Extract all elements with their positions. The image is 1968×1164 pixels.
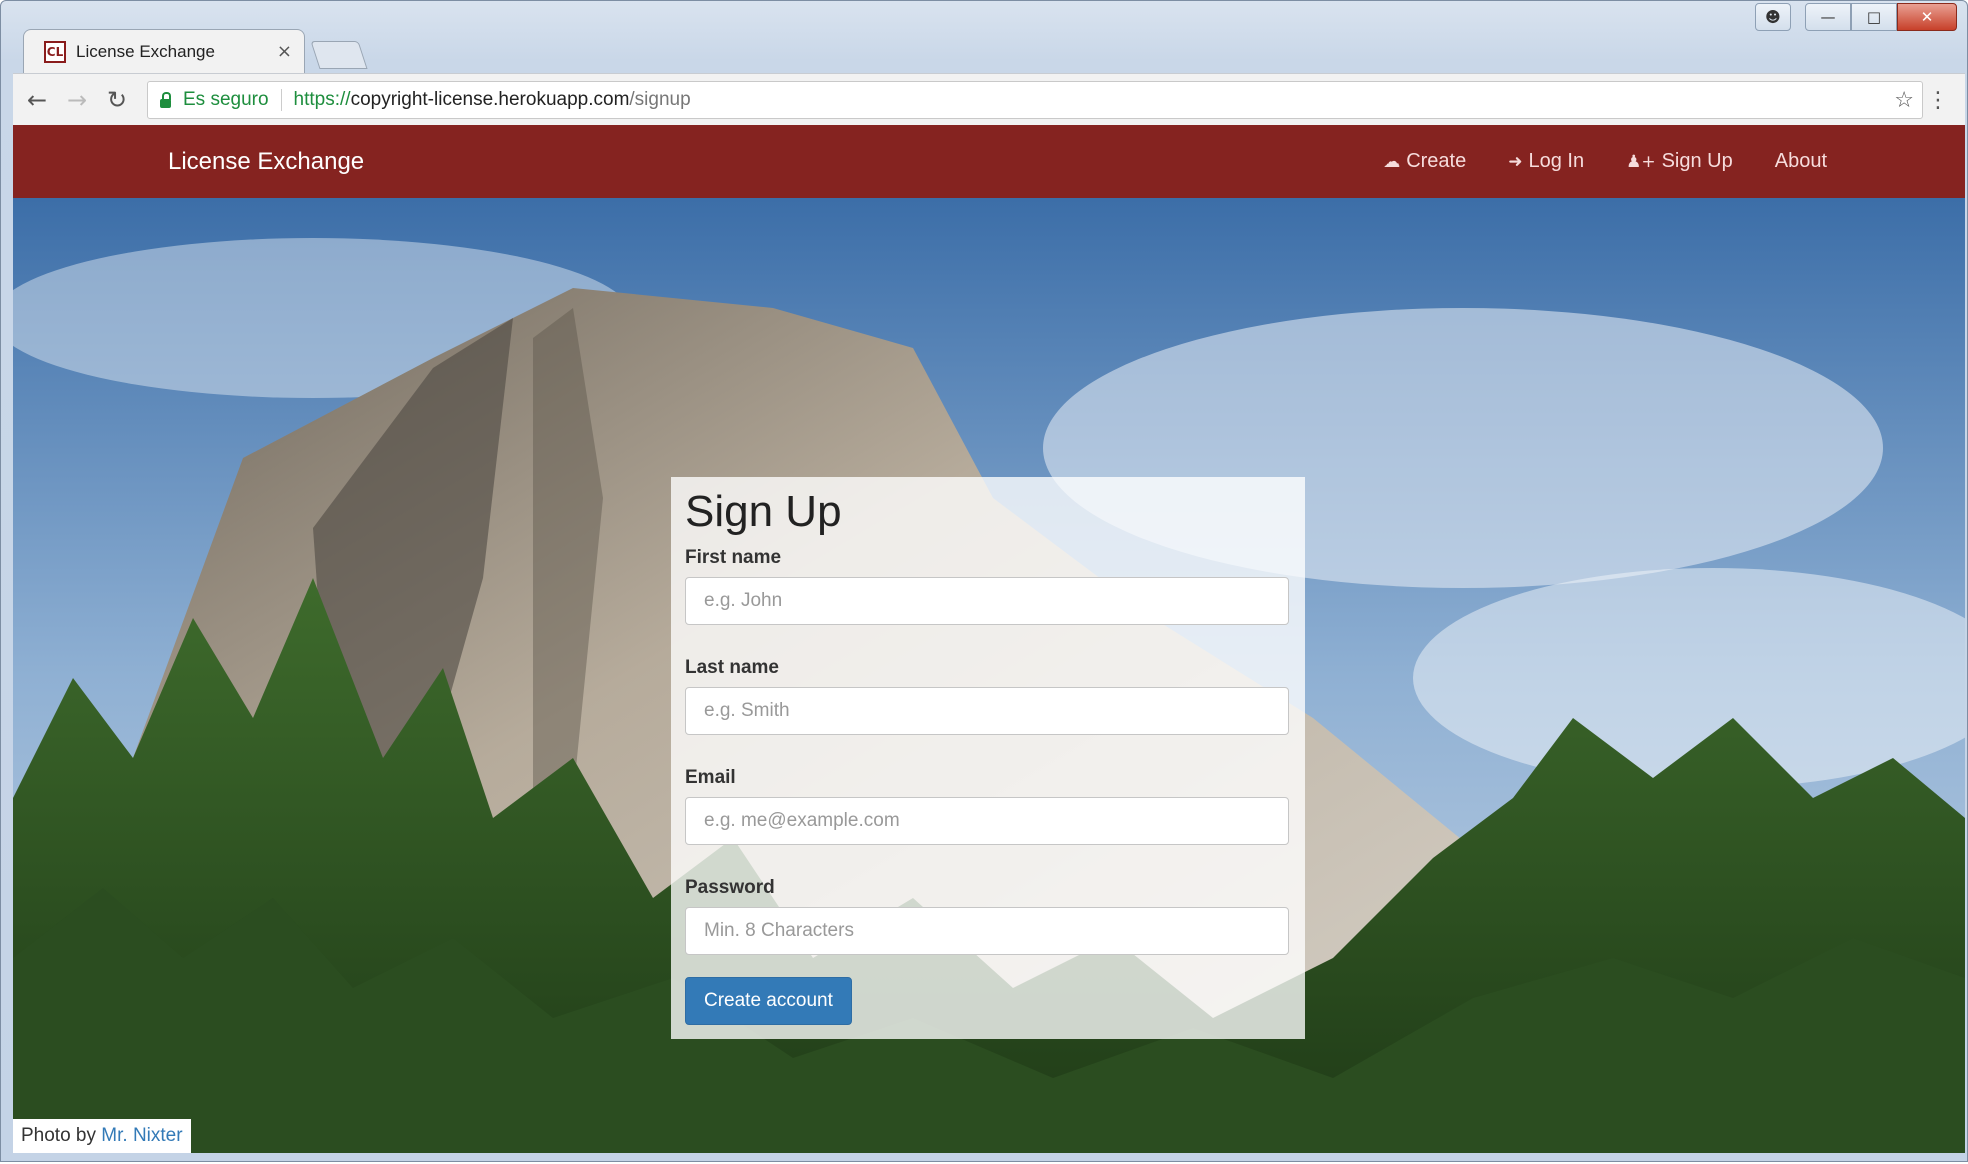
- new-tab-button[interactable]: [310, 41, 368, 69]
- star-icon[interactable]: ☆: [1894, 88, 1914, 113]
- password-label: Password: [685, 877, 775, 898]
- credit-author-link[interactable]: Mr. Nixter: [101, 1125, 182, 1146]
- site-navbar: License Exchange ☁ Create ➜ Log In ♟+ Si…: [13, 125, 1965, 198]
- create-account-button[interactable]: Create account: [685, 977, 852, 1025]
- page-viewport: License Exchange ☁ Create ➜ Log In ♟+ Si…: [13, 125, 1965, 1153]
- menu-icon[interactable]: ⋮: [1927, 88, 1949, 113]
- first-name-field[interactable]: [685, 577, 1289, 625]
- lock-icon: [160, 91, 171, 108]
- minimize-button[interactable]: —: [1805, 3, 1851, 31]
- profile-icon[interactable]: ☻: [1755, 3, 1791, 31]
- nav-signup-label: Sign Up: [1661, 150, 1733, 172]
- nav-links: ☁ Create ➜ Log In ♟+ Sign Up About: [1383, 150, 1827, 173]
- last-name-field[interactable]: [685, 687, 1289, 735]
- nav-create-link[interactable]: ☁ Create: [1383, 150, 1466, 173]
- log-in-icon: ➜: [1508, 151, 1523, 172]
- browser-window: ☻ — □ ✕ CL License Exchange × ← → ↻ Es s…: [0, 0, 1968, 1162]
- forward-icon[interactable]: →: [57, 86, 97, 114]
- nav-login-label: Log In: [1528, 150, 1585, 172]
- credit-prefix: Photo by: [21, 1125, 96, 1146]
- signup-form: Sign Up First name Last name Email Passw…: [671, 477, 1305, 1039]
- email-field[interactable]: [685, 797, 1289, 845]
- url-scheme: https://: [293, 89, 351, 110]
- first-name-label: First name: [685, 547, 782, 568]
- nav-create-label: Create: [1406, 150, 1467, 172]
- tab-title: License Exchange: [76, 41, 215, 61]
- user-add-icon: ♟+: [1626, 151, 1656, 172]
- form-title: Sign Up: [685, 487, 842, 536]
- nav-about-link[interactable]: About: [1775, 150, 1827, 173]
- photo-credit: Photo by Mr. Nixter: [13, 1119, 191, 1153]
- reload-icon[interactable]: ↻: [97, 86, 137, 114]
- browser-toolbar: ← → ↻ Es seguro https://copyright-licens…: [13, 73, 1965, 126]
- nav-login-link[interactable]: ➜ Log In: [1508, 150, 1584, 173]
- secure-label: Es seguro: [183, 89, 269, 110]
- maximize-button[interactable]: □: [1851, 3, 1897, 31]
- email-label: Email: [685, 767, 736, 788]
- brand-link[interactable]: License Exchange: [168, 148, 364, 176]
- browser-tab[interactable]: CL License Exchange ×: [23, 29, 305, 73]
- address-bar[interactable]: Es seguro https://copyright-license.hero…: [147, 81, 1923, 119]
- url-path: /signup: [629, 89, 691, 110]
- favicon-icon: CL: [44, 40, 66, 63]
- cloud-upload-icon: ☁: [1383, 151, 1401, 172]
- nav-about-label: About: [1774, 150, 1827, 172]
- address-divider: [280, 89, 282, 111]
- url-host: copyright-license.herokuapp.com: [350, 89, 630, 110]
- close-window-button[interactable]: ✕: [1897, 3, 1957, 31]
- password-field[interactable]: [685, 907, 1289, 955]
- nav-signup-link[interactable]: ♟+ Sign Up: [1626, 150, 1733, 173]
- back-icon[interactable]: ←: [17, 86, 57, 114]
- window-controls: ☻ — □ ✕: [1755, 3, 1957, 31]
- last-name-label: Last name: [685, 657, 779, 678]
- tab-close-icon[interactable]: ×: [277, 41, 292, 62]
